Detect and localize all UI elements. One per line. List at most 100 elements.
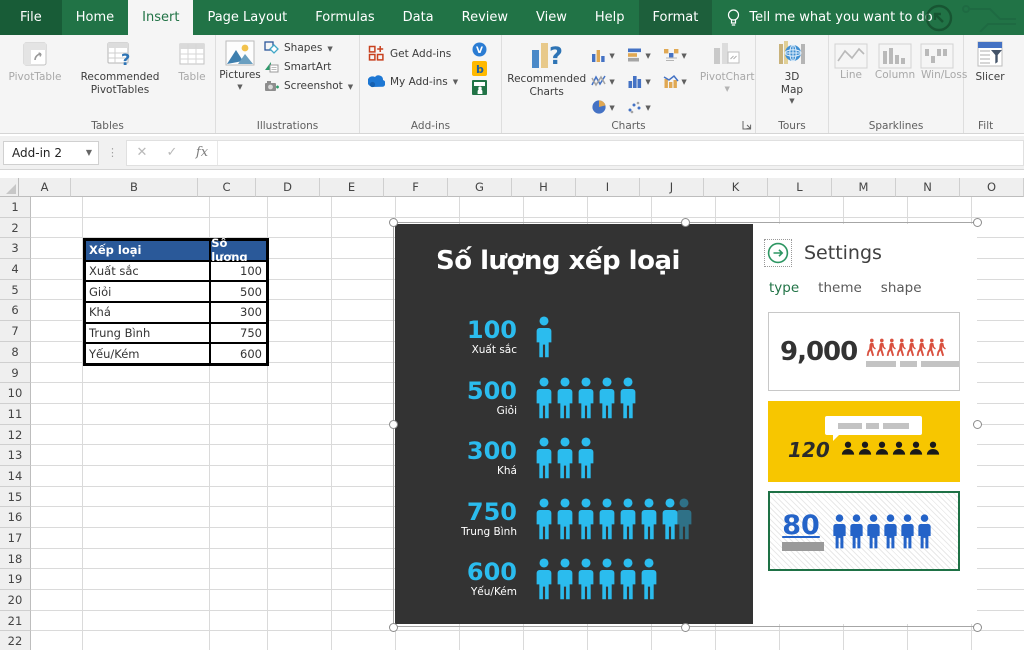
row-header-8[interactable]: 8 — [0, 342, 31, 363]
grid-cell[interactable] — [31, 569, 83, 590]
grid-cell[interactable] — [268, 611, 332, 632]
row-header-9[interactable]: 9 — [0, 363, 31, 384]
row-header-3[interactable]: 3 — [0, 238, 31, 259]
grid-cell[interactable] — [83, 445, 210, 466]
grid-cell[interactable] — [268, 404, 332, 425]
selection-handle-n[interactable] — [681, 218, 690, 227]
grid-cell[interactable] — [210, 197, 268, 218]
column-header-M[interactable]: M — [832, 178, 896, 197]
grid-cell[interactable] — [31, 363, 83, 384]
histogram-chart-button[interactable]: ▼ — [627, 68, 663, 94]
grid-cell[interactable] — [210, 425, 268, 446]
grid-cell[interactable] — [332, 280, 396, 301]
grid-cell[interactable] — [396, 197, 460, 218]
grid-cell[interactable] — [268, 590, 332, 611]
row-header-12[interactable]: 12 — [0, 425, 31, 446]
grid-cell[interactable] — [210, 507, 268, 528]
insert-function-icon[interactable]: fx — [187, 145, 217, 160]
grid-cell[interactable] — [31, 590, 83, 611]
grid-cell[interactable] — [332, 487, 396, 508]
table-cell-count[interactable]: 750 — [210, 323, 267, 344]
grid-cell[interactable] — [210, 404, 268, 425]
grid-cell[interactable] — [268, 466, 332, 487]
selection-handle-ne[interactable] — [973, 218, 982, 227]
row-header-5[interactable]: 5 — [0, 280, 31, 301]
grid-cell[interactable] — [210, 590, 268, 611]
name-box[interactable]: Add-in 2 ▼ — [3, 141, 99, 165]
grid-cell[interactable] — [210, 569, 268, 590]
people-graph-chart[interactable]: Số lượng xếp loại 100Xuất sắc500Giỏi300K… — [395, 224, 753, 624]
grid-cell[interactable] — [31, 549, 83, 570]
row-header-22[interactable]: 22 — [0, 631, 31, 650]
grid-cell[interactable] — [972, 590, 1024, 611]
grid-cell[interactable] — [31, 342, 83, 363]
grid-cell[interactable] — [31, 425, 83, 446]
grid-cell[interactable] — [268, 259, 332, 280]
sparkline-winloss-button[interactable]: Win/Loss — [917, 35, 957, 82]
grid-cell[interactable] — [31, 528, 83, 549]
grid-cell[interactable] — [460, 197, 524, 218]
grid-cell[interactable] — [31, 321, 83, 342]
grid-cell[interactable] — [972, 259, 1024, 280]
tab-format[interactable]: Format — [639, 0, 713, 35]
grid-cell[interactable] — [83, 425, 210, 446]
grid-cell[interactable] — [972, 466, 1024, 487]
grid-cell[interactable] — [332, 363, 396, 384]
grid-cell[interactable] — [31, 611, 83, 632]
column-header-H[interactable]: H — [512, 178, 576, 197]
table-cell-count[interactable]: 300 — [210, 302, 267, 323]
grid-cell[interactable] — [83, 218, 210, 239]
sparkline-line-button[interactable]: Line — [829, 35, 873, 82]
grid-cell[interactable] — [210, 528, 268, 549]
grid-cell[interactable] — [908, 197, 972, 218]
row-header-21[interactable]: 21 — [0, 611, 31, 632]
row-header-11[interactable]: 11 — [0, 404, 31, 425]
grid-cell[interactable] — [83, 631, 210, 650]
column-header-E[interactable]: E — [320, 178, 384, 197]
column-header-C[interactable]: C — [198, 178, 256, 197]
grid-cell[interactable] — [31, 404, 83, 425]
formula-input[interactable] — [217, 141, 1023, 165]
grid-cell[interactable] — [268, 507, 332, 528]
table-cell-count[interactable]: 100 — [210, 261, 267, 282]
grid-cell[interactable] — [780, 197, 844, 218]
tab-insert[interactable]: Insert — [128, 0, 193, 35]
grid-cell[interactable] — [652, 631, 716, 650]
grid-cell[interactable] — [844, 197, 908, 218]
grid-cell[interactable] — [972, 631, 1024, 650]
grid-cell[interactable] — [780, 631, 844, 650]
grid-cell[interactable] — [83, 197, 210, 218]
grid-cell[interactable] — [83, 487, 210, 508]
grid-cell[interactable] — [460, 631, 524, 650]
grid-cell[interactable] — [268, 425, 332, 446]
grid-cell[interactable] — [83, 404, 210, 425]
grid-cell[interactable] — [210, 487, 268, 508]
grid-cell[interactable] — [332, 590, 396, 611]
settings-tab-type[interactable]: type — [769, 280, 799, 296]
grid-cell[interactable] — [908, 631, 972, 650]
pictures-button[interactable]: Pictures ▼ — [216, 35, 264, 115]
grid-cell[interactable] — [652, 197, 716, 218]
pie-chart-button[interactable]: ▼ — [591, 94, 627, 120]
grid-cell[interactable] — [972, 197, 1024, 218]
row-header-7[interactable]: 7 — [0, 321, 31, 342]
column-header-K[interactable]: K — [704, 178, 768, 197]
grid-cell[interactable] — [332, 569, 396, 590]
row-header-19[interactable]: 19 — [0, 569, 31, 590]
grid-cell[interactable] — [83, 569, 210, 590]
grid-cell[interactable] — [268, 383, 332, 404]
grid-cell[interactable] — [332, 300, 396, 321]
grid-cell[interactable] — [83, 549, 210, 570]
tab-formulas[interactable]: Formulas — [301, 0, 388, 35]
tab-review[interactable]: Review — [448, 0, 522, 35]
grid-cell[interactable] — [83, 466, 210, 487]
hierarchy-chart-button[interactable]: ▼ — [663, 42, 699, 68]
grid-cell[interactable] — [268, 549, 332, 570]
row-header-14[interactable]: 14 — [0, 466, 31, 487]
table-cell-category[interactable]: Trung Bình — [85, 323, 210, 344]
tab-view[interactable]: View — [522, 0, 581, 35]
column-header-F[interactable]: F — [384, 178, 448, 197]
tellme-box[interactable]: Tell me what you want to do — [726, 0, 932, 35]
grid-cell[interactable] — [524, 197, 588, 218]
grid-cell[interactable] — [268, 342, 332, 363]
